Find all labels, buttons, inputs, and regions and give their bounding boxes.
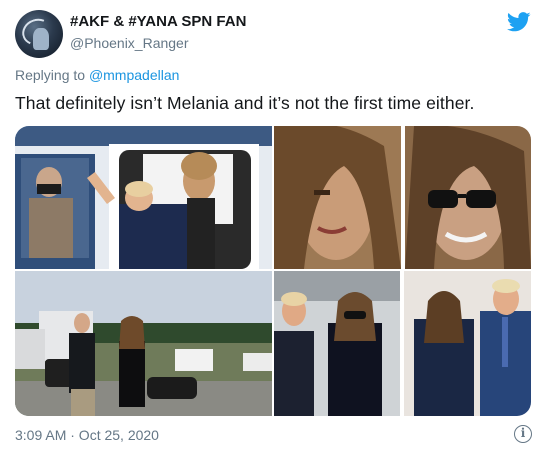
photo-2-image [274, 126, 531, 269]
media-photo-4[interactable] [274, 271, 531, 416]
info-icon[interactable]: i [514, 425, 532, 443]
media-photo-2[interactable] [274, 126, 531, 269]
twitter-bird-icon[interactable] [507, 12, 531, 32]
tweet-embed: #AKF & #YANA SPN FAN @Phoenix_Ranger Rep… [0, 0, 546, 457]
author-display-name[interactable]: #AKF & #YANA SPN FAN [70, 13, 246, 30]
profile-avatar[interactable] [15, 10, 63, 58]
photo-1-image [15, 126, 272, 269]
author-handle[interactable]: @Phoenix_Ranger [70, 35, 189, 51]
avatar-figure [33, 28, 49, 50]
media-photo-1[interactable] [15, 126, 272, 269]
media-photo-3[interactable] [15, 271, 272, 416]
photo-3-image [15, 271, 272, 416]
media-grid [15, 126, 531, 416]
replying-to-line: Replying to @mmpadellan [15, 67, 179, 83]
reply-mention-link[interactable]: @mmpadellan [89, 67, 179, 83]
photo-4-image [274, 271, 531, 416]
tweet-timestamp[interactable]: 3:09 AM · Oct 25, 2020 [15, 427, 159, 443]
replying-to-prefix: Replying to [15, 67, 89, 83]
tweet-text: That definitely isn’t Melania and it’s n… [15, 93, 475, 113]
